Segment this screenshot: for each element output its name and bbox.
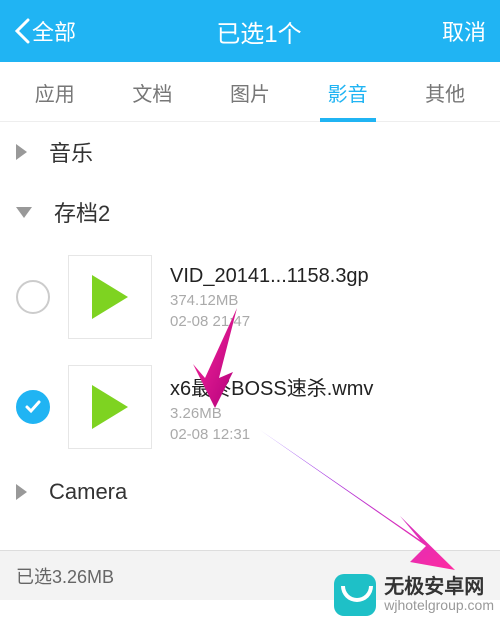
tab-other[interactable]: 其他 (419, 62, 471, 121)
video-thumbnail[interactable] (68, 365, 152, 449)
selected-summary: 已选3.26MB (16, 563, 114, 589)
watermark: 无极安卓网 wjhotelgroup.com (334, 574, 494, 616)
tab-images[interactable]: 图片 (224, 62, 276, 121)
tab-media[interactable]: 影音 (322, 62, 374, 121)
back-label: 全部 (32, 15, 76, 47)
cancel-button[interactable]: 取消 (442, 15, 486, 47)
play-icon (92, 385, 128, 429)
chevron-down-icon (16, 207, 32, 218)
section-header-music[interactable]: 音乐 (0, 122, 500, 182)
chevron-right-icon (16, 144, 27, 160)
section-label: 存档2 (54, 196, 110, 228)
file-meta: VID_20141...1158.3gp 374.12MB 02-08 21:4… (170, 265, 369, 330)
play-icon (92, 275, 128, 319)
video-thumbnail[interactable] (68, 255, 152, 339)
file-size: 3.26MB (170, 405, 373, 422)
watermark-title: 无极安卓网 (384, 576, 494, 598)
file-name: VID_20141...1158.3gp (170, 265, 369, 288)
page-title: 已选1个 (216, 14, 301, 49)
file-row[interactable]: x6最终BOSS速杀.wmv 3.26MB 02-08 12:31 (0, 352, 500, 462)
header-bar: 全部 已选1个 取消 (0, 0, 500, 62)
file-name: x6最终BOSS速杀.wmv (170, 372, 373, 401)
file-size: 374.12MB (170, 292, 369, 309)
chevron-left-icon (14, 18, 30, 44)
tab-apps[interactable]: 应用 (29, 62, 81, 121)
section-label: Camera (49, 479, 127, 505)
file-meta: x6最终BOSS速杀.wmv 3.26MB 02-08 12:31 (170, 372, 373, 443)
section-header-archive2[interactable]: 存档2 (0, 182, 500, 242)
back-button[interactable]: 全部 (14, 15, 76, 47)
file-row[interactable]: VID_20141...1158.3gp 374.12MB 02-08 21:4… (0, 242, 500, 352)
checkbox-unchecked[interactable] (16, 280, 50, 314)
section-label: 音乐 (49, 136, 93, 168)
file-date: 02-08 12:31 (170, 426, 373, 443)
watermark-subtitle: wjhotelgroup.com (384, 598, 494, 613)
tab-docs[interactable]: 文档 (126, 62, 178, 121)
section-header-camera[interactable]: Camera (0, 462, 500, 522)
checkbox-checked[interactable] (16, 390, 50, 424)
watermark-logo-icon (334, 574, 376, 616)
tabs-bar: 应用 文档 图片 影音 其他 (0, 62, 500, 122)
file-date: 02-08 21:47 (170, 313, 369, 330)
chevron-right-icon (16, 484, 27, 500)
